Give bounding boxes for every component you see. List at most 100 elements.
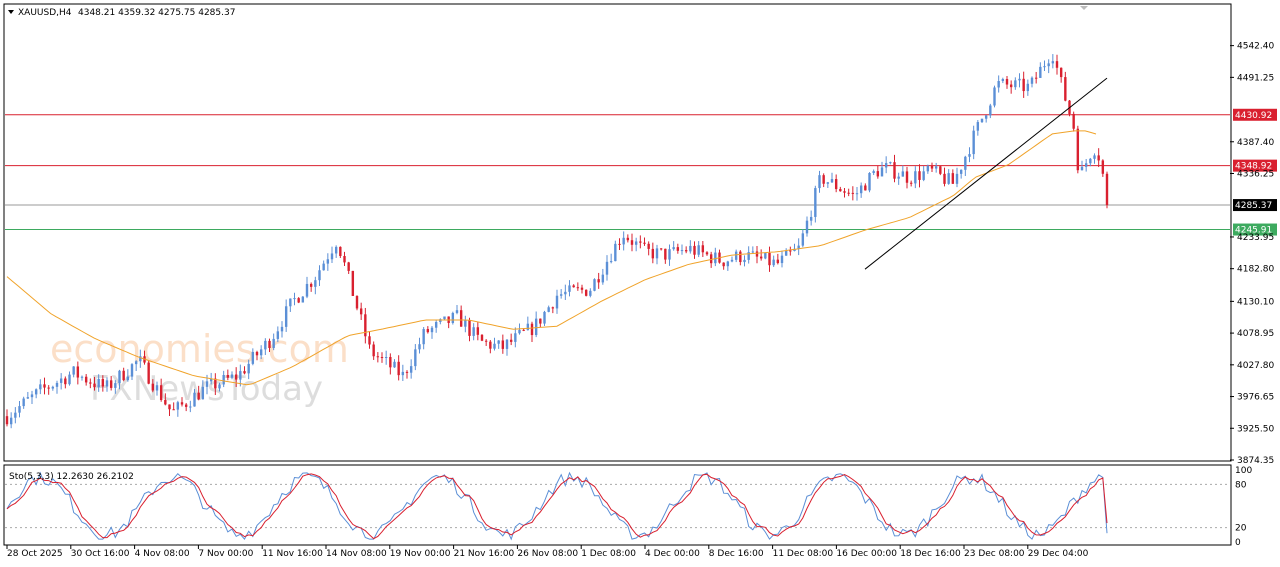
- candle-down: [584, 289, 588, 296]
- candle-down: [930, 165, 934, 169]
- candle-down: [1055, 61, 1059, 68]
- candle-down: [372, 344, 375, 357]
- candle-up: [80, 376, 84, 378]
- candle-up: [947, 173, 950, 184]
- time-axis[interactable]: 28 Oct 2025 30 Oct 16:00 4 Nov 08:00 7 Nov …: [6, 545, 1089, 559]
- candle-down: [359, 308, 363, 315]
- candle-up: [689, 245, 692, 252]
- candle-up: [972, 130, 975, 155]
- candle-up: [955, 173, 959, 184]
- candle-up: [993, 87, 996, 106]
- candle-up: [126, 376, 130, 381]
- candle-down: [1005, 79, 1009, 85]
- candle-up: [72, 366, 75, 375]
- candle-down: [484, 340, 488, 342]
- candle-down: [1009, 84, 1013, 88]
- candle-down: [951, 173, 955, 184]
- candle-up: [18, 406, 21, 413]
- candle-up: [968, 154, 971, 157]
- candle-up: [414, 349, 417, 367]
- candle-down: [864, 185, 867, 191]
- candle-up: [247, 363, 250, 374]
- y-tick-label: 4027.80: [1237, 361, 1274, 371]
- candle-up: [814, 188, 817, 217]
- candle-up: [934, 166, 938, 169]
- candle-up: [422, 329, 425, 345]
- candle-up: [39, 384, 42, 390]
- candle-down: [918, 171, 921, 180]
- candle-up: [605, 261, 609, 275]
- candle-down: [501, 340, 505, 349]
- candle-up: [239, 371, 242, 380]
- candle-up: [880, 167, 884, 177]
- candle-up: [472, 327, 475, 336]
- candle-down: [101, 378, 105, 387]
- x-tick-label: 14 Nov 08:00: [326, 549, 387, 559]
- candle-down: [1059, 67, 1063, 78]
- candle-down: [268, 340, 271, 348]
- level-tag-current: 4285.37: [1235, 201, 1272, 211]
- candle-up: [976, 122, 980, 131]
- x-tick-label: 4 Nov 08:00: [135, 549, 190, 559]
- price-chart[interactable]: economies.com FXNewsToday 4430.924348.92…: [0, 0, 1280, 567]
- candle-up: [668, 249, 671, 260]
- candle-down: [851, 192, 855, 194]
- candle-down: [572, 285, 575, 288]
- candle-down: [659, 248, 663, 250]
- candle-down: [739, 251, 742, 263]
- candle-up: [1080, 166, 1084, 171]
- y-tick-label: 4387.40: [1237, 138, 1274, 148]
- candle-up: [922, 171, 925, 180]
- candle-down: [1097, 155, 1100, 161]
- candle-down: [5, 416, 9, 425]
- candle-up: [259, 349, 263, 356]
- candle-up: [1043, 66, 1046, 68]
- candle-down: [522, 329, 525, 331]
- candle-down: [939, 166, 942, 174]
- candle-up: [1001, 79, 1005, 82]
- candle-up: [222, 375, 225, 385]
- candle-up: [568, 285, 571, 292]
- candle-up: [22, 398, 25, 407]
- candle-up: [872, 171, 875, 174]
- candle-down: [1101, 160, 1105, 174]
- candle-up: [401, 371, 405, 376]
- candle-up: [697, 245, 700, 255]
- candle-up: [672, 247, 675, 250]
- candle-up: [1026, 83, 1030, 92]
- candle-up: [614, 243, 617, 262]
- candle-down: [539, 318, 542, 324]
- candle-up: [734, 251, 738, 260]
- candle-up: [751, 251, 755, 253]
- candle-up: [430, 327, 434, 333]
- candle-up: [564, 291, 567, 295]
- stochastic-axis: 100 80 20 0: [1235, 466, 1252, 548]
- y-tick-label: 4182.80: [1237, 265, 1274, 275]
- candle-down: [893, 162, 896, 179]
- candle-up: [518, 329, 521, 334]
- y-tick-label: 4130.10: [1237, 297, 1274, 307]
- candle-down: [164, 399, 167, 405]
- candle-down: [351, 270, 355, 296]
- candle-up: [384, 357, 388, 359]
- candle-down: [876, 171, 880, 177]
- y-tick-label: 4542.40: [1237, 42, 1274, 52]
- candle-up: [280, 326, 284, 332]
- y-tick-label: 3976.65: [1237, 393, 1274, 403]
- ohlc-label: 4348.21 4359.32 4275.75 4285.37: [78, 8, 235, 18]
- stoch-level-label: 20: [1235, 524, 1247, 534]
- candle-up: [901, 171, 905, 177]
- candle-up: [1051, 61, 1055, 64]
- candle-down: [405, 371, 409, 373]
- candle-down: [255, 351, 259, 356]
- candle-up: [34, 389, 38, 395]
- candle-down: [122, 370, 125, 381]
- x-tick-label: 1 Dec 08:00: [581, 549, 636, 559]
- stoch-level-label: 0: [1235, 538, 1241, 548]
- candle-up: [189, 406, 192, 408]
- candle-up: [330, 253, 334, 260]
- candle-up: [1039, 66, 1042, 78]
- candle-down: [576, 287, 580, 289]
- price-axis[interactable]: 4430.924348.924285.374245.914542.404491.…: [1230, 42, 1277, 466]
- candle-up: [464, 320, 467, 327]
